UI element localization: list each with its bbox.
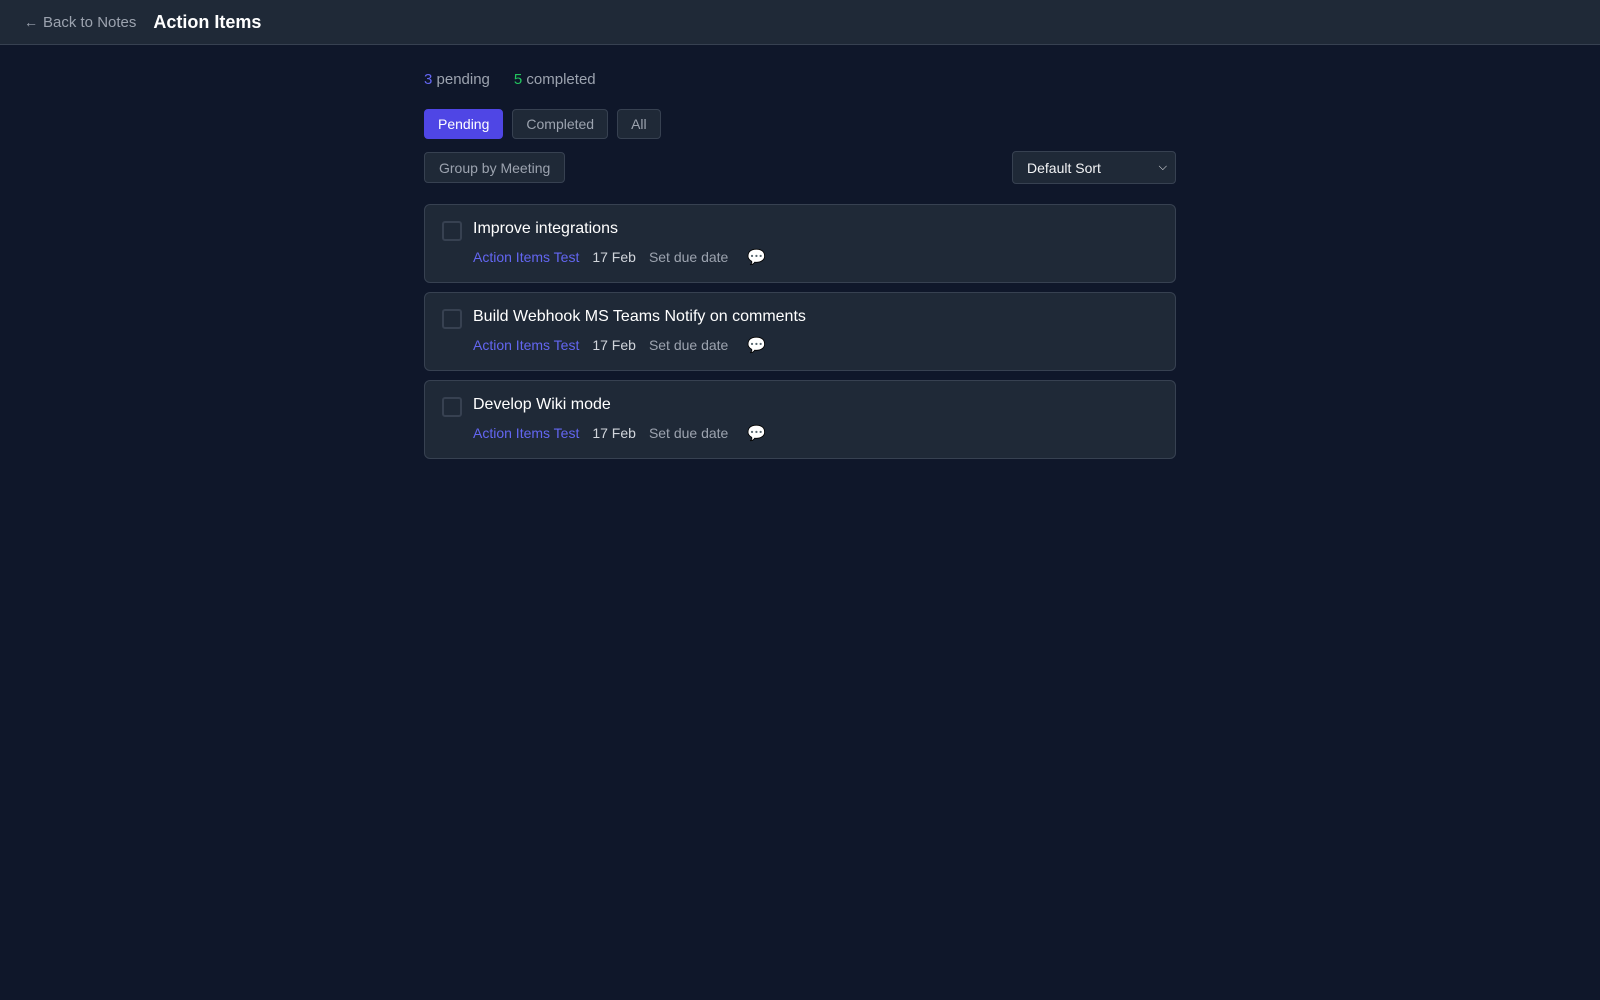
pending-count: 3 <box>424 70 433 88</box>
item-title: Improve integrations <box>473 220 618 237</box>
back-to-notes-label: Back to Notes <box>43 13 137 31</box>
top-bar: ← Back to Notes Action Items <box>0 0 1600 45</box>
tab-pending[interactable]: Pending <box>424 109 504 139</box>
list-controls: Group by Meeting Default Sort ⌵ <box>424 151 1176 184</box>
page-title: Action Items <box>153 11 262 32</box>
tab-completed[interactable]: Completed <box>512 109 609 139</box>
meeting-link[interactable]: Action Items Test <box>473 425 579 441</box>
stats-summary: 3 pending 5 completed <box>424 70 1176 88</box>
item-checkbox[interactable] <box>442 397 462 417</box>
meeting-link[interactable]: Action Items Test <box>473 337 579 353</box>
set-due-date-button[interactable]: Set due date <box>649 425 728 441</box>
speech-bubble-icon[interactable]: 💬 <box>747 338 766 353</box>
pending-label: pending <box>436 70 490 88</box>
item-title: Build Webhook MS Teams Notify on comment… <box>473 308 806 325</box>
meeting-link[interactable]: Action Items Test <box>473 249 579 265</box>
group-by-meeting-button[interactable]: Group by Meeting <box>424 152 566 183</box>
item-date: 17 Feb <box>592 249 636 265</box>
set-due-date-button[interactable]: Set due date <box>649 337 728 353</box>
speech-bubble-icon[interactable]: 💬 <box>747 250 766 265</box>
item-checkbox[interactable] <box>442 309 462 329</box>
item-meta: Action Items Test 17 Feb Set due date 💬 <box>473 337 766 353</box>
completed-count: 5 <box>513 70 523 88</box>
main-content: 3 pending 5 completed Pending Completed … <box>424 45 1176 459</box>
completed-label: completed <box>526 70 596 88</box>
list-item: Develop Wiki mode Action Items Test 17 F… <box>424 380 1176 459</box>
item-meta: Action Items Test 17 Feb Set due date 💬 <box>473 249 766 265</box>
completed-stat: 5 completed <box>514 71 596 88</box>
item-meta: Action Items Test 17 Feb Set due date 💬 <box>473 425 766 441</box>
set-due-date-button[interactable]: Set due date <box>649 249 728 265</box>
item-title: Develop Wiki mode <box>473 396 611 413</box>
item-date: 17 Feb <box>592 337 636 353</box>
speech-bubble-icon[interactable]: 💬 <box>747 426 766 441</box>
pending-stat: 3 pending <box>424 71 490 88</box>
chevron-down-icon: ⌵ <box>1158 161 1167 173</box>
filter-tabs: Pending Completed All <box>424 109 1176 139</box>
back-to-notes-link[interactable]: ← Back to Notes <box>24 14 136 31</box>
sort-select[interactable]: Default Sort ⌵ <box>1012 151 1176 184</box>
action-items-list: Improve integrations Action Items Test 1… <box>424 204 1176 459</box>
tab-all[interactable]: All <box>617 109 661 139</box>
arrow-left-icon: ← <box>24 14 38 30</box>
item-checkbox[interactable] <box>442 221 462 241</box>
item-date: 17 Feb <box>592 425 636 441</box>
sort-select-value: Default Sort <box>1027 159 1101 176</box>
list-item: Improve integrations Action Items Test 1… <box>424 204 1176 283</box>
list-item: Build Webhook MS Teams Notify on comment… <box>424 292 1176 371</box>
